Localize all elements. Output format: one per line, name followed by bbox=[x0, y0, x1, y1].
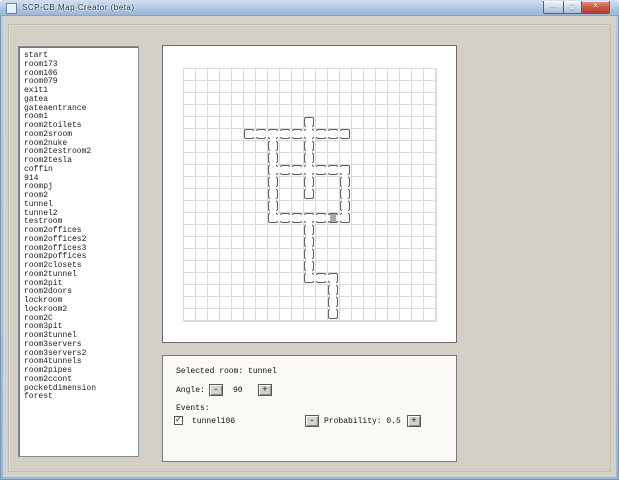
window-title: SCP-CB Map Creator (beta) bbox=[22, 3, 135, 12]
door-gap bbox=[276, 167, 282, 173]
door-gap bbox=[336, 131, 342, 137]
door-gap bbox=[252, 131, 258, 137]
angle-increase-button[interactable]: + bbox=[258, 384, 272, 396]
maximize-button[interactable]: ▢ bbox=[564, 1, 581, 14]
probability-line: Probability: 0.5 bbox=[324, 417, 401, 426]
selected-room-label: Selected room: bbox=[176, 367, 243, 376]
door-gap bbox=[276, 131, 282, 137]
door-gap bbox=[270, 137, 276, 143]
app-icon bbox=[6, 3, 17, 14]
door-gap bbox=[312, 131, 318, 137]
door-gap bbox=[306, 137, 312, 143]
selected-room-line: Selected room: tunnel bbox=[176, 367, 277, 376]
door-gap bbox=[312, 215, 318, 221]
client-area: startroom173room106room079exit1gateagate… bbox=[3, 16, 616, 477]
door-gap bbox=[306, 185, 312, 191]
door-gap bbox=[270, 149, 276, 155]
close-icon: ✕ bbox=[582, 1, 609, 12]
map-canvas[interactable] bbox=[162, 45, 457, 343]
door-gap bbox=[342, 209, 348, 215]
door-gap bbox=[306, 245, 312, 251]
window-controls: — ▢ ✕ bbox=[543, 1, 610, 13]
events-label: Events: bbox=[176, 404, 210, 413]
door-gap bbox=[312, 275, 318, 281]
door-gap bbox=[324, 215, 330, 221]
door-gap bbox=[288, 215, 294, 221]
door-gap bbox=[324, 167, 330, 173]
minimize-icon: — bbox=[544, 1, 563, 12]
door-gap bbox=[288, 131, 294, 137]
angle-value: 90 bbox=[233, 386, 243, 395]
event-checkbox[interactable]: ✓ bbox=[174, 416, 183, 425]
door-gap bbox=[306, 149, 312, 155]
door-gap bbox=[288, 167, 294, 173]
door-gap bbox=[330, 281, 336, 287]
door-gap bbox=[276, 215, 282, 221]
door-gap bbox=[324, 131, 330, 137]
room-list-item[interactable]: forest bbox=[24, 393, 138, 402]
door-gap bbox=[306, 173, 312, 179]
door-gap bbox=[306, 221, 312, 227]
door-gap bbox=[336, 215, 342, 221]
map-grid[interactable] bbox=[183, 68, 437, 322]
probability-decrease-button[interactable]: - bbox=[305, 415, 319, 427]
door-gap bbox=[330, 305, 336, 311]
checkmark-icon: ✓ bbox=[175, 415, 182, 424]
door-gap bbox=[312, 167, 318, 173]
probability-value: 0.5 bbox=[386, 417, 400, 426]
minimize-button[interactable]: — bbox=[543, 1, 564, 14]
titlebar[interactable]: SCP-CB Map Creator (beta) — ▢ ✕ bbox=[0, 0, 619, 16]
door-gap bbox=[342, 197, 348, 203]
door-gap bbox=[342, 173, 348, 179]
app-window: SCP-CB Map Creator (beta) — ▢ ✕ startroo… bbox=[0, 0, 619, 480]
room-list[interactable]: startroom173room106room079exit1gateagate… bbox=[18, 46, 139, 457]
probability-increase-button[interactable]: + bbox=[407, 415, 421, 427]
angle-label: Angle: bbox=[176, 386, 205, 395]
selected-room-value: tunnel bbox=[248, 367, 277, 376]
room-list-item[interactable]: coffin bbox=[24, 166, 138, 175]
close-button[interactable]: ✕ bbox=[581, 1, 610, 14]
door-gap bbox=[270, 173, 276, 179]
probability-label: Probability: bbox=[324, 417, 382, 426]
door-gap bbox=[306, 257, 312, 263]
door-gap bbox=[330, 293, 336, 299]
angle-decrease-button[interactable]: - bbox=[209, 384, 223, 396]
door-gap bbox=[306, 233, 312, 239]
event-name: tunnel106 bbox=[192, 417, 235, 426]
door-gap bbox=[270, 185, 276, 191]
inspector-panel: Selected room: tunnel Angle: - 90 + Even… bbox=[162, 355, 457, 462]
maximize-icon: ▢ bbox=[564, 1, 581, 12]
door-gap bbox=[270, 197, 276, 203]
door-gap bbox=[342, 185, 348, 191]
